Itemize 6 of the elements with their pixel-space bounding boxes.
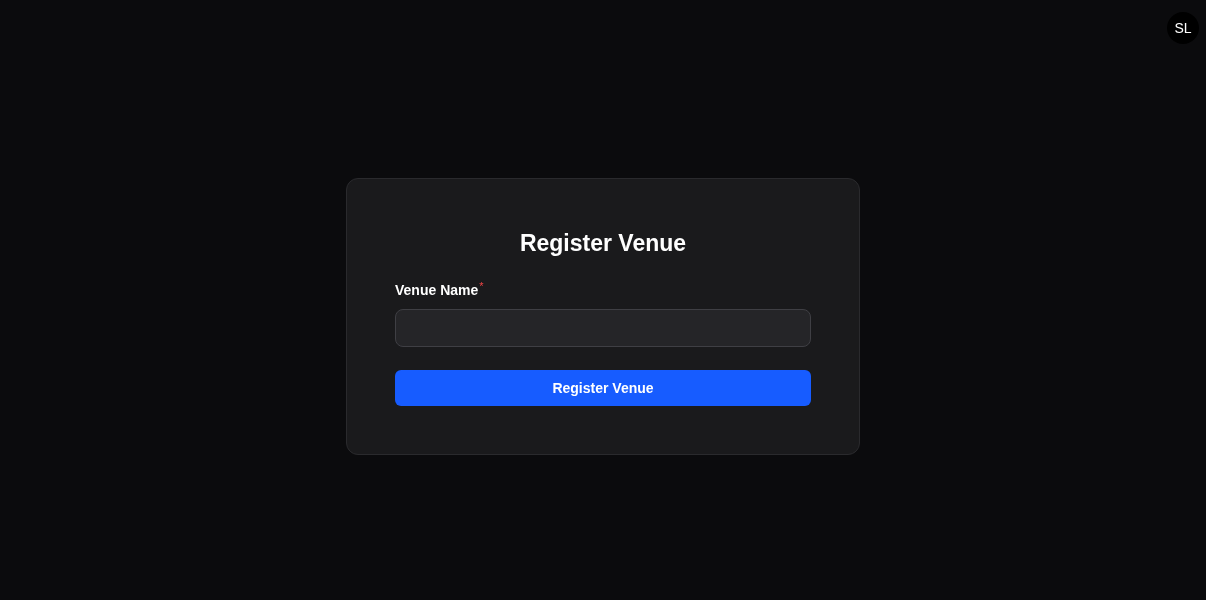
- form-title: Register Venue: [519, 229, 687, 257]
- field-label: Venue Name: [395, 281, 479, 299]
- submit-button[interactable]: Register Venue: [395, 370, 811, 406]
- input-field[interactable]: [395, 309, 811, 347]
- user-avatar[interactable]: SL: [1167, 12, 1199, 44]
- required-mark: *: [479, 281, 484, 291]
